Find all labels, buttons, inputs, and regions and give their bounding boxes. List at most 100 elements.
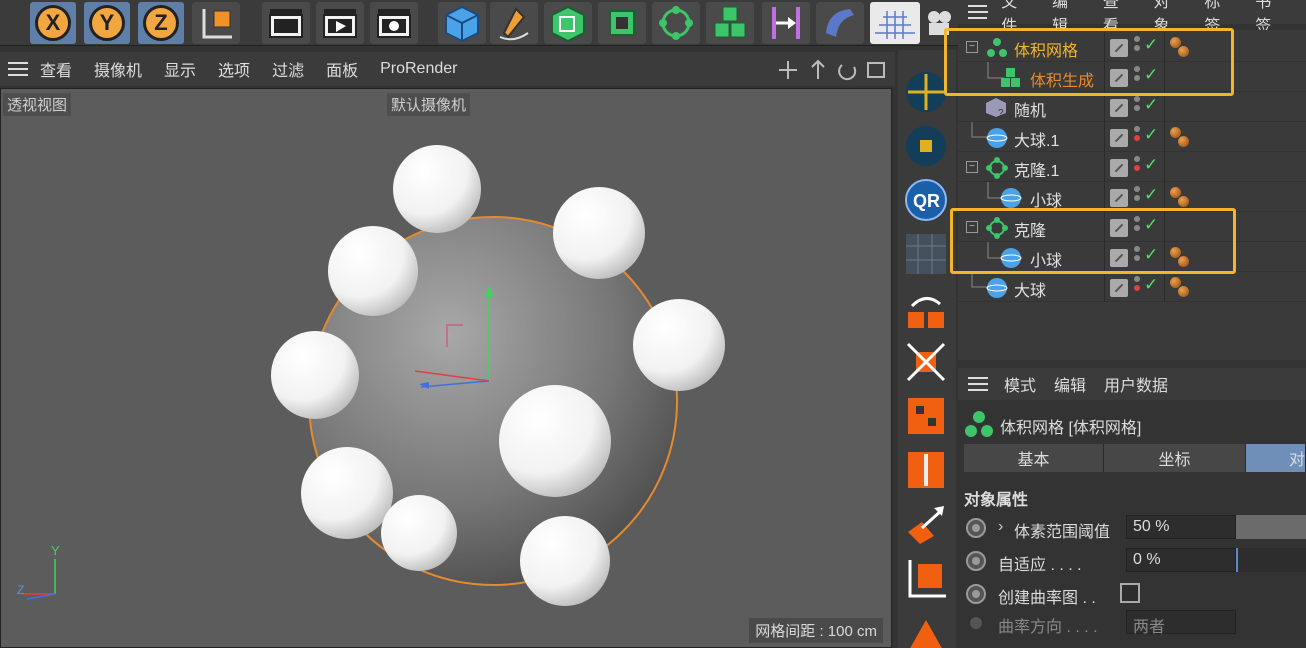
object-row-big-ball-1[interactable]: 大球.1 ✓ (958, 122, 1306, 152)
enabled-check-icon[interactable]: ✓ (1144, 95, 1158, 115)
tab-basic[interactable]: 基本 (964, 444, 1104, 472)
render-picture-viewer-button[interactable] (316, 2, 364, 44)
tab-object[interactable]: 对 (1246, 444, 1306, 472)
volume-cubes-icon (714, 6, 746, 38)
attribute-title: 体积网格 [体积网格] (1000, 420, 1142, 437)
visibility-dots-icon[interactable] (1134, 126, 1140, 148)
palette-floor-button[interactable] (902, 554, 950, 602)
edit-toggle-icon[interactable] (1110, 129, 1128, 147)
random-effector-icon: ? (986, 98, 1006, 118)
viewport-menu-filter[interactable]: 过滤 (272, 57, 304, 81)
visibility-dots-icon[interactable] (1134, 186, 1140, 208)
deformer-icon (772, 7, 800, 39)
palette-cone-button[interactable] (902, 608, 950, 648)
enabled-check-icon[interactable]: ✓ (1144, 275, 1158, 295)
enabled-check-icon[interactable]: ✓ (1144, 125, 1158, 145)
deformer-button[interactable] (762, 2, 810, 44)
object-row-big-ball[interactable]: 大球 ✓ (958, 272, 1306, 302)
cone-icon (910, 620, 942, 648)
curvature-checkbox[interactable] (1120, 583, 1140, 603)
collapse-toggle[interactable]: − (966, 161, 978, 173)
adaptive-slider[interactable] (1236, 548, 1306, 572)
palette-mesh-button[interactable] (902, 230, 950, 278)
palette-move-button[interactable] (902, 284, 950, 332)
subdivision-button[interactable] (544, 2, 592, 44)
palette-scale-button[interactable] (902, 338, 950, 386)
palette-texture-button[interactable] (902, 122, 950, 170)
extrude-button[interactable] (598, 2, 646, 44)
edit-toggle-icon[interactable] (1110, 189, 1128, 207)
highlight-box-volume (944, 28, 1234, 96)
volume-button[interactable] (706, 2, 754, 44)
animate-radio-disabled (970, 617, 982, 629)
palette-checker-button[interactable] (902, 392, 950, 440)
scale-arrows-icon (906, 342, 946, 382)
adaptive-input[interactable]: 0 % (1126, 548, 1236, 572)
edit-toggle-icon[interactable] (1110, 159, 1128, 177)
palette-knife-button[interactable] (902, 446, 950, 494)
expand-chevron-icon[interactable]: › (998, 518, 1003, 536)
am-menu-edit[interactable]: 编辑 (1054, 372, 1086, 396)
lock-y-button[interactable]: Y (84, 2, 130, 44)
threshold-input[interactable]: 50 % (1126, 515, 1236, 539)
rotate-arrow-icon (908, 297, 944, 328)
enabled-check-icon[interactable]: ✓ (1144, 155, 1158, 175)
mograph-button[interactable] (652, 2, 700, 44)
play-clapper-icon (323, 9, 357, 38)
animate-radio[interactable] (966, 518, 986, 538)
world-y-label: Y (51, 543, 60, 558)
sphere-icon (986, 128, 1008, 148)
object-row-random[interactable]: ? 随机 ✓ (958, 92, 1306, 122)
prop-voxel-threshold: › 体素范围阈值 50 % (960, 513, 1306, 543)
enabled-check-icon[interactable]: ✓ (1144, 185, 1158, 205)
subdivision-icon (551, 5, 585, 43)
visibility-dots-icon[interactable] (1134, 156, 1140, 178)
tag-icon[interactable] (1170, 277, 1200, 299)
edit-toggle-icon[interactable] (1110, 279, 1128, 297)
viewport-menu-view[interactable]: 查看 (40, 57, 72, 81)
visibility-dots-icon[interactable] (1134, 276, 1140, 298)
object-manager-menubar: 文件 编辑 查看 对象 标签 书签 (958, 0, 1306, 35)
animate-radio[interactable] (966, 584, 986, 604)
edit-toggle-icon[interactable] (1110, 99, 1128, 117)
viewport-nav-icons[interactable] (776, 59, 892, 81)
mesh-icon (906, 234, 946, 274)
render-view-button[interactable] (262, 2, 310, 44)
threshold-slider[interactable] (1236, 515, 1306, 539)
viewport-menu-panel[interactable]: 面板 (326, 57, 358, 81)
attribute-manager-menu-icon[interactable] (968, 377, 988, 391)
perspective-viewport[interactable]: 透视视图 默认摄像机 Y Z 网格间距: 100 cm (0, 88, 892, 648)
am-menu-userdata[interactable]: 用户数据 (1104, 372, 1168, 396)
lock-z-button[interactable]: Z (138, 2, 184, 44)
visibility-dots-icon[interactable] (1134, 96, 1140, 118)
object-name: 大球.1 (1014, 133, 1060, 150)
object-list: − 体积网格 ✓ 体积生成 ✓ ? 随机 ✓ 大球.1 ✓ − 克隆.1 ✓ 小… (944, 28, 1306, 360)
render-settings-button[interactable] (370, 2, 418, 44)
svg-text:?: ? (998, 108, 1004, 118)
direction-select[interactable]: 两者 (1126, 610, 1236, 636)
floor-button[interactable] (870, 2, 920, 44)
viewport-menu-options[interactable]: 选项 (218, 57, 250, 81)
tag-icon[interactable] (1170, 127, 1200, 149)
object-row-cloner-1[interactable]: − 克隆.1 ✓ (958, 152, 1306, 182)
palette-arrow-button[interactable] (902, 500, 950, 548)
viewport-menu-prorender[interactable]: ProRender (380, 60, 457, 78)
viewport-menu-icon[interactable] (8, 62, 28, 76)
lock-x-button[interactable]: X (30, 2, 76, 44)
tag-icon[interactable] (1170, 187, 1200, 209)
tab-coords[interactable]: 坐标 (1104, 444, 1246, 472)
environment-button[interactable] (816, 2, 864, 44)
object-manager-menu-icon[interactable] (968, 5, 989, 19)
palette-mode-button[interactable] (902, 68, 950, 116)
viewport-menubar: 查看 摄像机 显示 选项 过滤 面板 ProRender (0, 52, 895, 86)
cube-button[interactable] (438, 2, 486, 44)
viewport-menu-display[interactable]: 显示 (164, 57, 196, 81)
animate-radio[interactable] (966, 551, 986, 571)
am-menu-mode[interactable]: 模式 (1004, 372, 1036, 396)
palette-qr-button[interactable]: QR (902, 176, 950, 224)
pen-tool-button[interactable] (490, 2, 538, 44)
object-name: 大球 (1014, 283, 1047, 300)
coordinate-system-button[interactable] (192, 2, 240, 44)
viewport-menu-camera[interactable]: 摄像机 (94, 57, 142, 81)
prop-label: 自适应 . . . . (998, 557, 1082, 574)
